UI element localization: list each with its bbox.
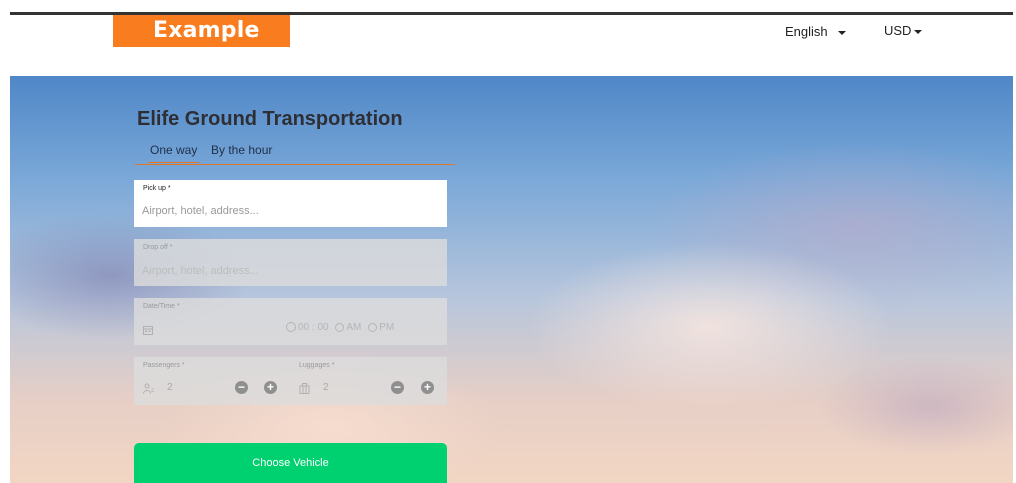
passengers-count: 2: [167, 382, 173, 393]
pickup-field[interactable]: Pick up *: [134, 180, 447, 227]
tab-one-way[interactable]: One way: [147, 143, 200, 163]
time-value[interactable]: 00 : 00: [298, 322, 329, 333]
language-label: English: [785, 24, 828, 39]
passengers-increment-button[interactable]: +: [264, 381, 277, 394]
dropoff-field[interactable]: Drop off *: [134, 239, 447, 286]
currency-selector[interactable]: USD: [884, 23, 923, 38]
page-title: Elife Ground Transportation: [137, 108, 403, 130]
luggages-decrement-button[interactable]: −: [391, 381, 404, 394]
pm-radio[interactable]: [368, 322, 378, 332]
passenger-icon: [143, 383, 154, 394]
language-selector[interactable]: English: [785, 24, 846, 39]
clock-icon: [286, 322, 296, 333]
am-radio[interactable]: [335, 322, 345, 332]
tab-by-the-hour[interactable]: By the hour: [211, 143, 272, 157]
luggages-increment-button[interactable]: +: [421, 381, 434, 394]
datetime-field[interactable]: Date/Time * 00 : 00 AM PM: [134, 298, 447, 345]
dropoff-input[interactable]: [142, 265, 432, 277]
pickup-input[interactable]: [142, 205, 432, 217]
booking-tabs: One way By the hour: [135, 142, 455, 165]
luggage-icon: [299, 383, 310, 394]
pm-label: PM: [379, 322, 395, 333]
calendar-icon[interactable]: [143, 325, 153, 335]
luggages-label: Luggages *: [299, 362, 335, 369]
datetime-label: Date/Time *: [143, 303, 180, 310]
dropoff-label: Drop off *: [143, 244, 173, 251]
caret-down-icon: [914, 29, 923, 34]
luggages-count: 2: [323, 382, 329, 393]
caret-down-icon: [837, 30, 846, 35]
passengers-luggages-field: Passengers * Luggages * 2 − + 2 − +: [134, 357, 447, 405]
passengers-label: Passengers *: [143, 362, 185, 369]
logo[interactable]: Example: [113, 15, 290, 47]
time-selector[interactable]: 00 : 00 AM PM: [286, 322, 394, 333]
choose-vehicle-button[interactable]: Choose Vehicle: [134, 443, 447, 483]
am-label: AM: [346, 322, 362, 333]
pickup-label: Pick up *: [143, 185, 171, 192]
passengers-decrement-button[interactable]: −: [235, 381, 248, 394]
currency-label: USD: [884, 23, 912, 38]
